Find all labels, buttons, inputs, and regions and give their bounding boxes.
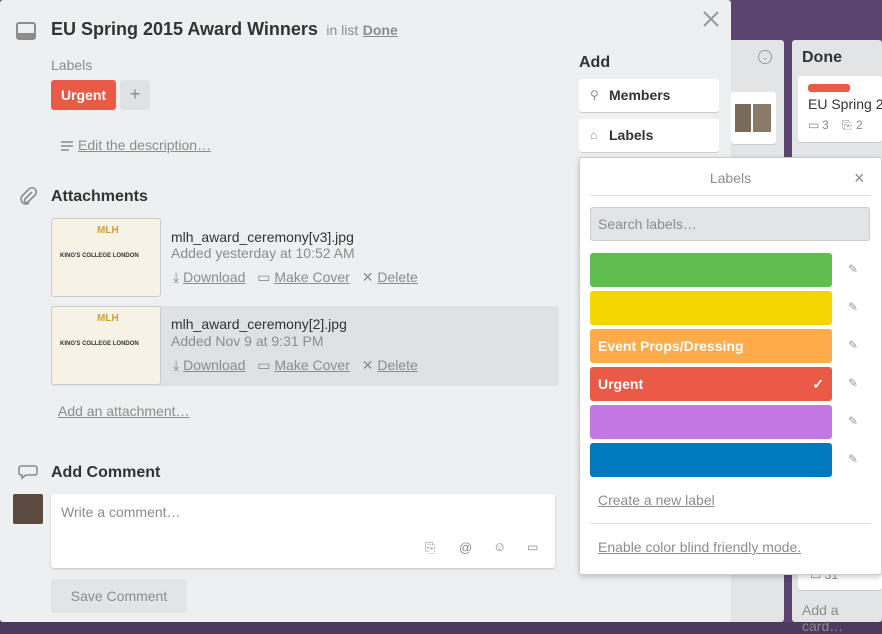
add-comment-heading: Add Comment: [51, 464, 161, 481]
delete-link[interactable]: Delete: [377, 357, 417, 373]
list-title-done[interactable]: Done: [802, 49, 842, 67]
attachment-actions: ⤓ Download ▭ Make Cover ✕ Delete: [173, 269, 418, 286]
label-option-yellow[interactable]: [590, 291, 832, 325]
avatar: [13, 494, 43, 524]
attachment-actions: ⤓ Download ▭ Make Cover ✕ Delete: [173, 357, 418, 374]
attachment-name: mlh_award_ceremony[v3].jpg: [171, 229, 354, 245]
attachment-thumbnail[interactable]: MLH KING'S COLLEGE LONDON: [51, 218, 161, 297]
card-title[interactable]: EU Spring 2015 Award Winners: [51, 19, 318, 39]
attachment-meta: Added yesterday at 10:52 AM: [171, 245, 355, 261]
card-title-row: EU Spring 2015 Award Winners in list Don…: [51, 19, 398, 40]
labels-label: Labels: [609, 127, 654, 143]
edit-label-pencil-icon[interactable]: ✎: [848, 414, 858, 428]
done-card[interactable]: EU Spring 2 ▭ 3 ⎘ 2: [798, 76, 882, 142]
attachment-count: 2: [856, 118, 863, 132]
in-list-prefix: in list: [326, 22, 359, 38]
tag-icon: ⌂: [590, 128, 598, 142]
attachments-heading: Attachments: [51, 188, 148, 205]
label-option-green[interactable]: [590, 253, 832, 287]
popover-close-icon[interactable]: ×: [854, 168, 865, 189]
popover-divider: [590, 195, 870, 196]
thumb-text: KING'S COLLEGE LONDON: [60, 253, 139, 259]
card-link-icon[interactable]: ▭: [527, 540, 538, 554]
make-cover-link[interactable]: Make Cover: [274, 357, 349, 373]
edit-label-pencil-icon[interactable]: ✎: [848, 376, 858, 390]
check-icon: ✓: [812, 376, 824, 392]
delete-icon: ✕: [361, 269, 374, 285]
thumb-logo: MLH: [97, 225, 119, 236]
attachment-thumbnail[interactable]: MLH KING'S COLLEGE LONDON: [51, 306, 161, 385]
add-label-button[interactable]: +: [120, 80, 150, 110]
label-option-orange[interactable]: Event Props/Dressing: [590, 329, 832, 363]
members-button[interactable]: ⚲ Members: [579, 79, 719, 112]
labels-popover: Labels × Search labels… ✎ ✎ Event Props/…: [579, 157, 882, 575]
close-icon[interactable]: [702, 10, 720, 28]
download-link[interactable]: Download: [183, 357, 245, 373]
attachment-name: mlh_award_ceremony[2].jpg: [171, 316, 347, 332]
mention-icon[interactable]: @: [459, 540, 472, 555]
attach-icon[interactable]: ⎘: [425, 540, 435, 556]
avatar: [735, 104, 751, 132]
delete-link[interactable]: Delete: [377, 269, 417, 285]
add-heading: Add: [579, 54, 611, 71]
person-icon: ⚲: [590, 88, 599, 102]
edit-label-pencil-icon[interactable]: ✎: [848, 300, 858, 314]
attachment-meta: Added Nov 9 at 9:31 PM: [171, 333, 324, 349]
make-cover-icon: ▭: [257, 269, 271, 285]
paperclip-icon: [18, 186, 38, 206]
card-label-urgent[interactable]: Urgent: [51, 80, 116, 110]
label-name: Event Props/Dressing: [598, 338, 744, 354]
comment-count: 3: [822, 118, 829, 132]
search-labels-input[interactable]: Search labels…: [590, 207, 870, 241]
make-cover-link[interactable]: Make Cover: [274, 269, 349, 285]
comment-count-icon: ▭: [808, 118, 820, 132]
label-option-red[interactable]: Urgent ✓: [590, 367, 832, 401]
add-attachment-link[interactable]: Add an attachment…: [58, 403, 190, 419]
label-option-blue[interactable]: [590, 443, 832, 477]
save-comment-button[interactable]: Save Comment: [51, 579, 187, 613]
labels-heading: Labels: [51, 57, 93, 73]
edit-label-pencil-icon[interactable]: ✎: [848, 452, 858, 466]
emoji-icon[interactable]: ☺: [493, 539, 506, 554]
attachment-count-icon: ⎘: [842, 118, 852, 132]
popover-title: Labels: [709, 170, 752, 186]
download-icon: ⤓: [173, 269, 180, 285]
description-icon: [60, 140, 74, 152]
card-label-urgent: [808, 84, 850, 92]
thumb-logo: MLH: [97, 313, 119, 324]
list-link[interactable]: Done: [363, 22, 398, 38]
edit-description-link[interactable]: Edit the description…: [78, 137, 211, 153]
label-name: Urgent: [598, 376, 644, 392]
delete-icon: ✕: [361, 357, 374, 373]
create-label-link[interactable]: Create a new label: [598, 492, 715, 508]
labels-button[interactable]: ⌂ Labels: [579, 119, 719, 152]
download-link[interactable]: Download: [183, 269, 245, 285]
comment-input[interactable]: Write a comment…: [61, 504, 181, 520]
download-icon: ⤓: [173, 357, 180, 373]
list-menu-icon[interactable]: ⌄: [758, 50, 772, 64]
comment-icon: [18, 464, 38, 480]
avatar: [753, 104, 771, 132]
make-cover-icon: ▭: [257, 357, 271, 373]
edit-label-pencil-icon[interactable]: ✎: [848, 338, 858, 352]
thumb-text: KING'S COLLEGE LONDON: [60, 341, 139, 347]
card-with-members[interactable]: [731, 92, 776, 144]
color-blind-mode-link[interactable]: Enable color blind friendly mode.: [598, 539, 801, 555]
comment-box[interactable]: Write a comment… ⎘ @ ☺ ▭: [51, 494, 555, 568]
card-title: EU Spring 2: [808, 96, 882, 112]
card-icon: [16, 22, 36, 40]
label-option-purple[interactable]: [590, 405, 832, 439]
popover-divider: [590, 523, 870, 524]
add-card-link[interactable]: Add a card…: [802, 602, 882, 634]
members-label: Members: [609, 87, 671, 103]
edit-label-pencil-icon[interactable]: ✎: [848, 262, 858, 276]
